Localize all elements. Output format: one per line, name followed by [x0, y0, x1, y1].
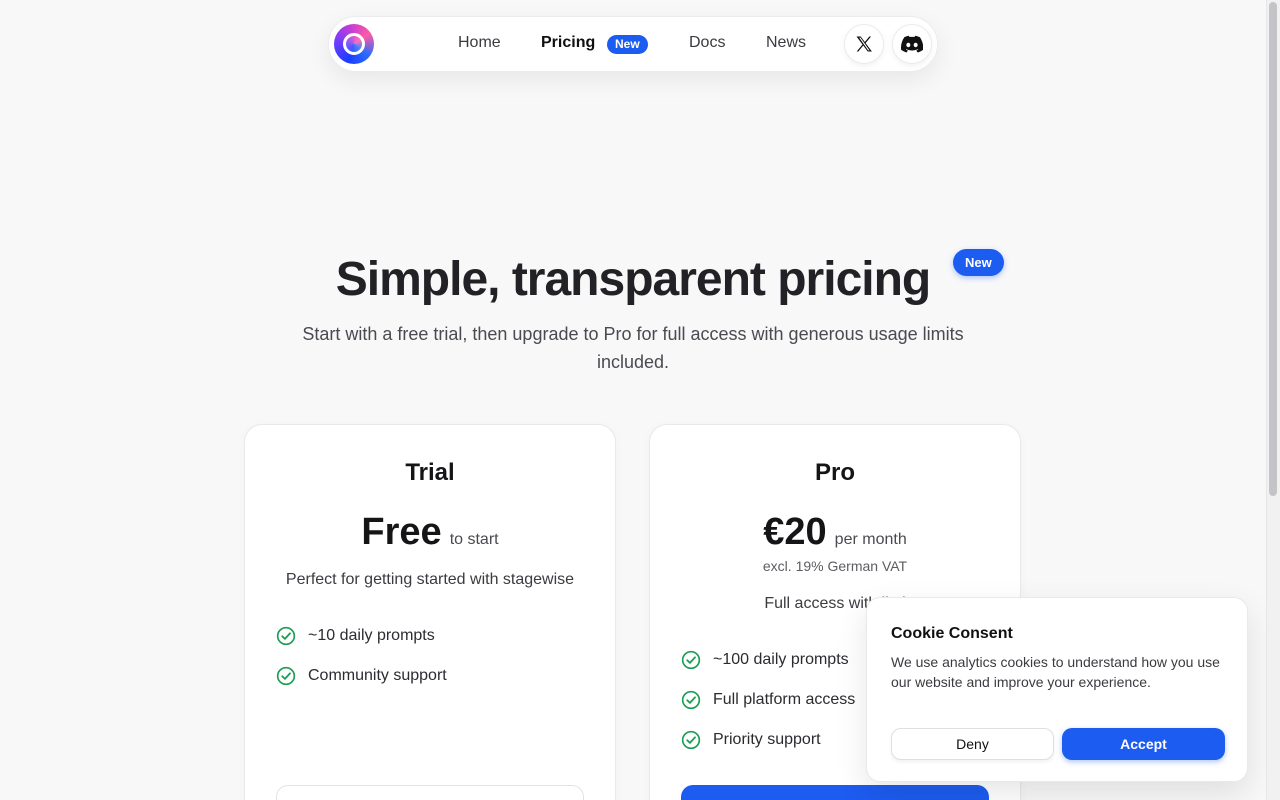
plan-card-trial: Trial Free to start Perfect for getting … [244, 424, 616, 800]
feature-label: ~10 daily prompts [308, 627, 435, 644]
plan-price: Free [361, 511, 442, 553]
check-circle-icon [276, 666, 296, 686]
cookie-title: Cookie Consent [891, 625, 1013, 642]
page-title: Simple, transparent pricing [335, 253, 931, 306]
feature-label: Priority support [713, 731, 821, 748]
cookie-text: We use analytics cookies to understand h… [891, 654, 1220, 690]
check-circle-icon [681, 690, 701, 710]
hero-subtitle: Start with a free trial, then upgrade to… [302, 324, 964, 372]
plan-description: Perfect for getting started with stagewi… [285, 571, 575, 588]
price-row: Free to start [245, 511, 615, 554]
feature-item: ~10 daily prompts [276, 616, 447, 656]
feature-label: Community support [308, 667, 447, 684]
cookie-consent-dialog: Cookie Consent We use analytics cookies … [866, 597, 1248, 782]
feature-item: Full platform access [681, 680, 855, 720]
feature-item: Community support [276, 656, 447, 696]
plan-price-suffix: to start [449, 531, 499, 548]
start-trial-button[interactable] [276, 785, 584, 800]
upgrade-pro-button[interactable] [681, 785, 989, 800]
top-nav: Home Pricing New Docs News [328, 16, 938, 72]
vat-note: excl. 19% German VAT [762, 558, 908, 574]
plan-name: Trial [405, 459, 455, 486]
pricing-new-badge: New [607, 35, 648, 54]
feature-label: ~100 daily prompts [713, 651, 849, 668]
plan-price-suffix: per month [834, 531, 907, 548]
check-circle-icon [681, 730, 701, 750]
nav-link-home[interactable]: Home [458, 34, 501, 52]
feature-item: ~100 daily prompts [681, 640, 855, 680]
check-circle-icon [276, 626, 296, 646]
scrollbar-thumb[interactable] [1269, 2, 1277, 496]
nav-link-docs[interactable]: Docs [689, 34, 725, 52]
feature-list: ~10 daily prompts Community support [276, 616, 447, 696]
feature-label: Full platform access [713, 691, 856, 708]
scrollbar[interactable] [1266, 0, 1280, 800]
discord-social-button[interactable] [892, 24, 932, 64]
discord-icon [901, 35, 923, 53]
plan-name: Pro [814, 459, 855, 486]
deny-button[interactable]: Deny [891, 728, 1054, 760]
x-social-button[interactable] [844, 24, 884, 64]
accept-button[interactable]: Accept [1062, 728, 1225, 760]
x-icon [856, 36, 872, 52]
nav-link-pricing[interactable]: Pricing [541, 34, 595, 52]
feature-item: Priority support [681, 720, 855, 760]
check-circle-icon [681, 650, 701, 670]
plan-price: €20 [763, 511, 827, 553]
nav-link-news[interactable]: News [766, 34, 806, 52]
feature-list: ~100 daily prompts Full platform access … [681, 640, 855, 760]
logo-icon[interactable] [334, 24, 374, 64]
price-row: €20 per month [650, 511, 1020, 554]
hero-new-badge: New [953, 249, 1004, 276]
logo-ring [343, 33, 365, 55]
